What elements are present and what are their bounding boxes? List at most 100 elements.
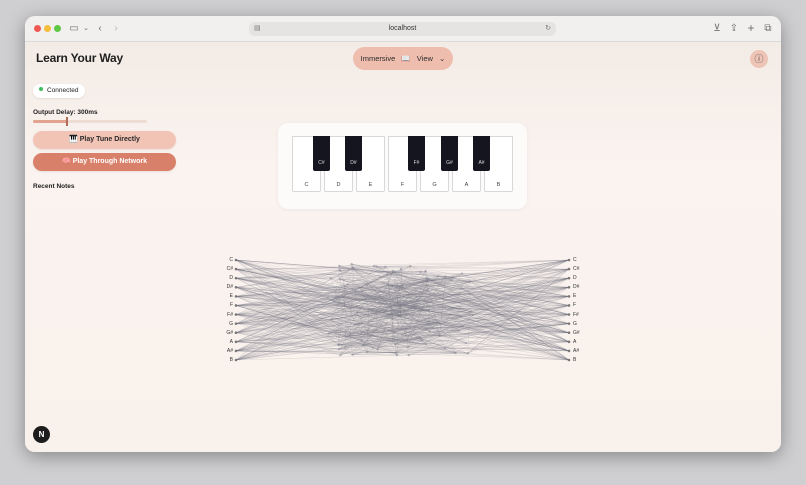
hidden-neuron	[423, 298, 427, 302]
hidden-neuron	[396, 284, 399, 287]
input-neuron	[234, 295, 238, 298]
address-bar[interactable]: ▤ localhost ↻	[249, 22, 556, 36]
input-neuron	[234, 358, 238, 362]
hidden-neuron	[366, 333, 369, 336]
hidden-neuron	[400, 327, 403, 330]
zoom-window-button[interactable]	[54, 25, 61, 32]
hidden-neuron	[365, 284, 368, 287]
forward-icon[interactable]: ›	[111, 21, 121, 36]
hidden-neuron	[433, 321, 436, 325]
hidden-neuron	[405, 301, 408, 304]
hidden-neuron	[394, 351, 397, 355]
hidden-neuron	[428, 330, 432, 334]
output-note-label: E	[573, 293, 577, 300]
output-neuron	[567, 322, 571, 325]
tab-overview-icon[interactable]: ⧉	[762, 21, 774, 36]
hidden-neuron	[353, 290, 357, 294]
input-neuron	[234, 340, 238, 344]
hidden-neuron	[469, 310, 473, 313]
browser-window: ▭ ⌄ ‹ › ▤ localhost ↻ ⊻ ⇪ + ⧉ Learn Your…	[25, 16, 781, 452]
input-neuron	[234, 285, 238, 289]
output-note-label: D	[573, 275, 577, 282]
input-note-label: G#	[226, 329, 233, 336]
close-window-button[interactable]	[34, 25, 41, 32]
hidden-neuron	[374, 295, 377, 299]
network-graph	[234, 258, 571, 362]
hidden-neuron	[348, 333, 352, 337]
hidden-neuron	[368, 334, 371, 338]
hidden-neuron	[365, 350, 369, 354]
page-settings-icon[interactable]: ▤	[254, 22, 261, 36]
hidden-neuron	[425, 308, 428, 312]
input-note-label: E	[229, 293, 233, 300]
hidden-neuron	[407, 353, 410, 357]
hidden-neuron	[338, 269, 341, 272]
hidden-neuron	[426, 288, 429, 292]
hidden-neuron	[397, 300, 400, 304]
hidden-neuron	[386, 309, 389, 313]
hidden-neuron	[344, 335, 347, 339]
output-neuron	[567, 295, 571, 298]
hidden-neuron	[437, 274, 440, 278]
output-note-label: G	[573, 320, 577, 327]
hidden-neuron	[329, 277, 332, 280]
hidden-neuron	[327, 332, 330, 335]
network-edge	[395, 344, 468, 354]
hidden-neuron	[394, 343, 397, 346]
hidden-neuron	[401, 303, 404, 307]
output-note-label: G#	[573, 329, 580, 336]
hidden-neuron	[353, 323, 356, 326]
output-note-label: A#	[573, 347, 580, 354]
hidden-neuron	[393, 330, 396, 334]
chevron-down-icon[interactable]: ⌄	[82, 21, 90, 36]
input-note-label: C#	[226, 266, 233, 273]
hidden-neuron	[450, 279, 453, 282]
hidden-neuron	[459, 315, 463, 318]
sidebar-icon[interactable]: ▭	[68, 21, 80, 36]
back-icon[interactable]: ‹	[95, 21, 105, 36]
hidden-neuron	[415, 299, 419, 302]
input-note-label: A#	[226, 347, 233, 354]
output-neuron	[567, 358, 571, 362]
hidden-neuron	[378, 295, 381, 298]
hidden-neuron	[391, 297, 395, 300]
hidden-neuron	[406, 339, 409, 342]
hidden-neuron	[398, 285, 401, 289]
browser-toolbar: ▭ ⌄ ‹ › ▤ localhost ↻ ⊻ ⇪ + ⧉	[25, 16, 781, 42]
hidden-neuron	[337, 343, 340, 347]
hidden-neuron	[400, 284, 403, 287]
next-badge-icon[interactable]: N	[33, 426, 50, 443]
minimize-window-button[interactable]	[44, 25, 51, 32]
hidden-neuron	[394, 313, 397, 317]
hidden-neuron	[464, 341, 468, 345]
reload-icon[interactable]: ↻	[545, 22, 551, 36]
hidden-neuron	[386, 272, 389, 276]
hidden-neuron	[326, 295, 330, 299]
app-content: Learn Your Way Immersive 📖 View ⌄ ⓘ Conn…	[25, 42, 781, 452]
hidden-neuron	[421, 339, 424, 342]
new-tab-icon[interactable]: +	[745, 21, 757, 36]
hidden-neuron	[399, 267, 403, 270]
hidden-neuron	[438, 334, 441, 338]
hidden-neuron	[333, 296, 336, 300]
output-neuron	[567, 349, 571, 353]
network-edges	[235, 259, 570, 361]
hidden-neuron	[343, 303, 347, 307]
download-icon[interactable]: ⊻	[711, 21, 723, 36]
input-note-label: C	[229, 257, 233, 263]
hidden-neuron	[406, 346, 410, 349]
hidden-neuron	[334, 331, 338, 334]
network-edge	[393, 259, 570, 272]
hidden-neuron	[452, 276, 455, 279]
hidden-neuron	[460, 272, 464, 275]
share-icon[interactable]: ⇪	[728, 21, 740, 36]
hidden-neuron	[331, 298, 334, 301]
input-neuron	[234, 258, 238, 262]
hidden-neuron	[350, 262, 353, 266]
input-note-label: D#	[226, 284, 233, 291]
output-neuron	[567, 285, 571, 289]
hidden-neuron	[392, 284, 396, 287]
output-note-label: F	[573, 302, 577, 309]
hidden-neuron	[419, 270, 422, 274]
input-neuron	[234, 313, 238, 316]
